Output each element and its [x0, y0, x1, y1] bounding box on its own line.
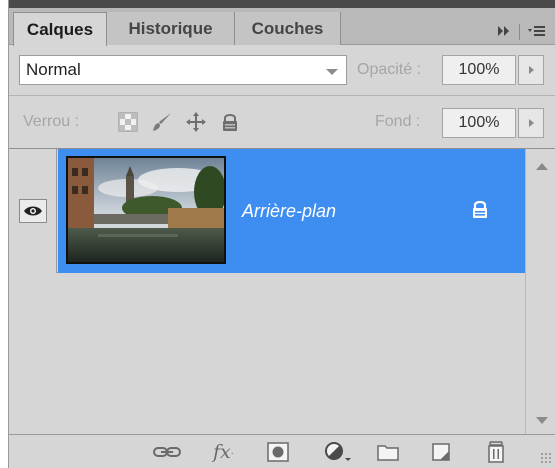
group-folder-icon[interactable]	[377, 441, 399, 463]
lock-buttons	[117, 111, 241, 133]
visibility-cell	[9, 149, 57, 273]
fx-icon[interactable]: fx.	[213, 441, 234, 463]
panel-header-strip	[9, 0, 555, 8]
tab-calques[interactable]: Calques	[13, 12, 107, 46]
layer-name[interactable]: Arrière-plan	[242, 201, 336, 222]
eye-icon[interactable]	[19, 199, 47, 223]
tab-bar: Calques Historique Couches	[9, 8, 555, 46]
adjustment-layer-icon[interactable]	[323, 441, 353, 463]
panel-menu-area	[497, 22, 546, 42]
tab-couches[interactable]: Couches	[235, 12, 341, 45]
new-layer-icon[interactable]	[431, 441, 451, 463]
opacity-label: Opacité :	[357, 61, 422, 78]
lock-fill-row: Verrou : Fond : 100%	[9, 96, 555, 148]
fill-slider-button[interactable]	[518, 108, 544, 138]
lock-position-icon[interactable]	[185, 111, 207, 133]
menu-divider	[519, 24, 520, 40]
opacity-slider-button[interactable]	[518, 55, 544, 85]
blend-mode-select[interactable]: Normal	[19, 55, 347, 85]
fill-label: Fond :	[375, 113, 421, 130]
fill-input[interactable]: 100%	[442, 108, 516, 138]
lock-transparent-pixels-icon[interactable]	[117, 111, 139, 133]
layer-lock-icon	[471, 199, 489, 224]
blend-mode-value: Normal	[26, 60, 81, 79]
layers-panel: Calques Historique Couches Normal Opacit…	[8, 0, 555, 468]
outer-margin	[0, 0, 8, 468]
link-layers-icon[interactable]	[153, 441, 181, 463]
layer-row[interactable]: Arrière-plan	[9, 149, 525, 273]
opacity-input[interactable]: 100%	[442, 55, 516, 85]
lock-all-icon[interactable]	[219, 111, 241, 133]
trash-icon[interactable]	[487, 441, 505, 463]
panel-menu-icon[interactable]	[528, 24, 546, 41]
blend-opacity-row: Normal Opacité : 100%	[9, 45, 555, 95]
layers-bottom-toolbar: fx.	[9, 434, 555, 468]
lock-image-pixels-icon[interactable]	[151, 111, 173, 133]
layer-selected-body[interactable]: Arrière-plan	[58, 149, 525, 273]
tab-historique[interactable]: Historique	[107, 12, 235, 45]
lock-label: Verrou :	[23, 113, 80, 130]
layer-thumbnail	[66, 156, 226, 264]
layers-scrollbar[interactable]	[525, 149, 555, 435]
scroll-up-arrow-icon[interactable]	[536, 163, 548, 170]
layer-mask-icon[interactable]	[267, 441, 289, 463]
collapse-panel-icon[interactable]	[497, 25, 511, 40]
layers-list: Arrière-plan	[9, 148, 555, 435]
scroll-down-arrow-icon[interactable]	[536, 417, 548, 424]
resize-grip-icon[interactable]	[540, 452, 552, 464]
chevron-down-icon	[326, 69, 338, 75]
